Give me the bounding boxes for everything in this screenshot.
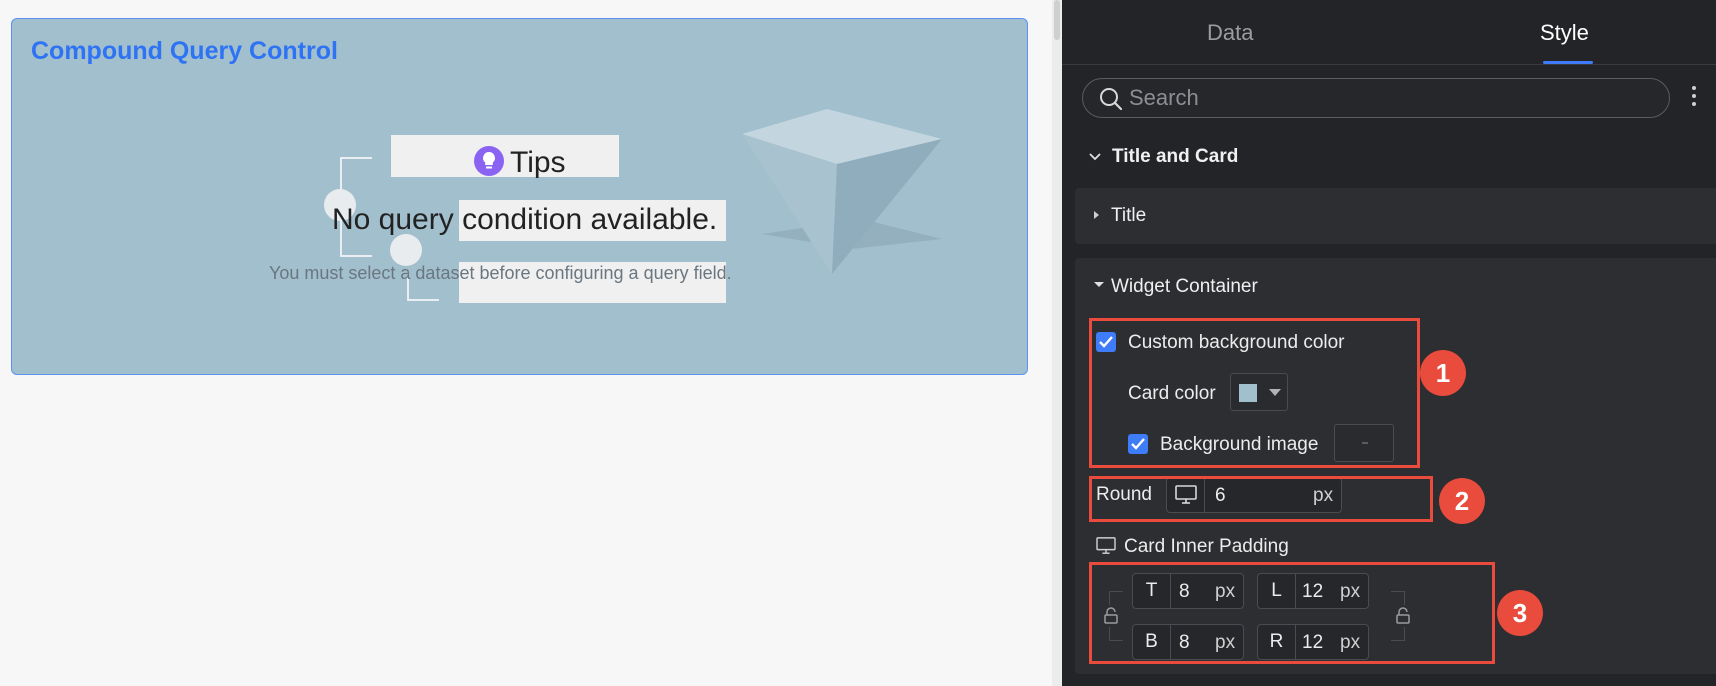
caret-right-icon [1094,211,1099,219]
config-panel: Data Style Title and Card Title Widget C… [1062,0,1716,686]
group-widget-label[interactable]: Widget Container [1111,276,1258,298]
dashboard-canvas: Compound Query Control Tips No query con… [0,0,1052,686]
empty-state-title: No query condition available. [332,203,718,236]
group-title[interactable]: Title [1075,188,1716,244]
panel-tabs: Data Style [1062,0,1716,65]
search-box[interactable] [1082,78,1670,118]
caret-down-icon[interactable] [1093,281,1105,289]
tab-style[interactable]: Style [1540,20,1589,46]
empty-state-hint: You must select a dataset before configu… [269,263,732,283]
more-options-icon[interactable] [1690,84,1698,108]
group-title-label: Title [1111,205,1147,226]
decor-dot [390,234,422,266]
lightbulb-icon [474,146,504,176]
query-control-card[interactable]: Compound Query Control Tips No query con… [11,18,1028,375]
padding-label: Card Inner Padding [1124,536,1289,557]
callout-badge-2: 2 [1439,478,1485,524]
callout-box-1 [1089,318,1420,468]
section-title-and-card[interactable]: Title and Card [1088,146,1238,168]
card-title: Compound Query Control [31,37,338,65]
chevron-down-icon [1089,153,1101,161]
search-icon [1100,88,1123,111]
search-input[interactable] [1129,84,1649,112]
section-title: Title and Card [1112,146,1239,167]
tips-box [391,135,619,177]
callout-box-3 [1089,562,1495,664]
canvas-scrollbar-thumb[interactable] [1054,0,1060,40]
callout-box-2 [1089,476,1433,522]
callout-badge-1: 1 [1420,350,1466,396]
tab-data[interactable]: Data [1207,20,1253,46]
tips-label: Tips [510,146,566,179]
desktop-icon [1096,537,1116,554]
active-tab-indicator [1543,61,1593,64]
callout-badge-3: 3 [1497,590,1543,636]
canvas-scrollbar-track[interactable] [1052,0,1062,686]
pyramid-illustration [742,109,942,274]
